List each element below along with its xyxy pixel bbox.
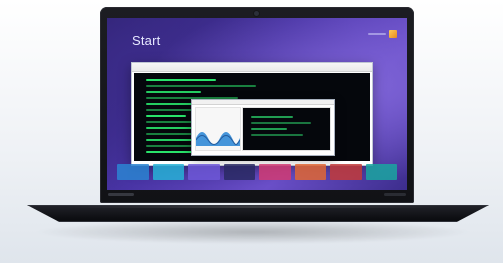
image-viewer-window (191, 99, 335, 156)
base-highlight (64, 206, 440, 208)
tile (259, 164, 291, 180)
tile (365, 164, 397, 180)
tile (294, 164, 326, 180)
detail-line (251, 122, 311, 124)
tile (117, 164, 149, 180)
start-tiles-row (117, 164, 397, 180)
detail-line (251, 134, 303, 136)
terminal-line (146, 91, 201, 93)
brand-logo-left (108, 193, 134, 196)
tile (330, 164, 362, 180)
terminal-line (146, 115, 186, 117)
terminal-line (146, 85, 256, 87)
product-photo: Start (0, 0, 503, 263)
tile (223, 164, 255, 180)
laptop-screen: Start (107, 18, 407, 190)
user-avatar (389, 30, 397, 38)
user-account-tile (368, 30, 397, 38)
image-thumbnail (195, 107, 241, 151)
image-viewer-titlebar (192, 100, 334, 105)
detail-line (251, 116, 293, 118)
brand-logo-right (384, 193, 406, 196)
terminal-line (146, 151, 194, 153)
start-screen-title: Start (132, 33, 161, 48)
camera-icon (254, 11, 259, 16)
tile (188, 164, 220, 180)
detail-line (251, 128, 287, 130)
tile (152, 164, 184, 180)
laptop-lid: Start (100, 7, 414, 203)
image-detail-panel (242, 107, 331, 151)
terminal-titlebar (132, 63, 372, 72)
user-name-redacted (368, 33, 386, 35)
laptop-shadow (33, 220, 473, 244)
waveform-graphic (196, 132, 240, 146)
terminal-line (146, 79, 216, 81)
